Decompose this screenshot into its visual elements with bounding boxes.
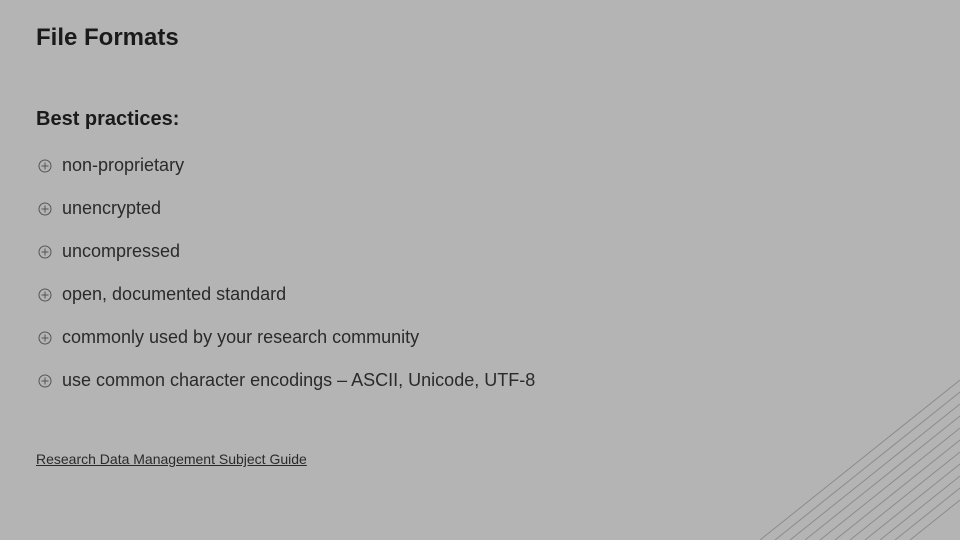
bullet-text: use common character encodings – ASCII, … xyxy=(62,370,535,391)
slide: File Formats Best practices: non-proprie… xyxy=(0,0,960,540)
circle-plus-icon xyxy=(38,202,52,216)
list-item: uncompressed xyxy=(38,241,924,262)
circle-plus-icon xyxy=(38,159,52,173)
list-item: open, documented standard xyxy=(38,284,924,305)
circle-plus-icon xyxy=(38,374,52,388)
list-item: commonly used by your research community xyxy=(38,327,924,348)
bullet-list: non-proprietary unencrypted uncompressed… xyxy=(38,155,924,391)
bullet-text: unencrypted xyxy=(62,198,161,219)
bullet-text: open, documented standard xyxy=(62,284,286,305)
bullet-text: commonly used by your research community xyxy=(62,327,419,348)
bullet-text: uncompressed xyxy=(62,241,180,262)
circle-plus-icon xyxy=(38,331,52,345)
list-item: unencrypted xyxy=(38,198,924,219)
slide-title: File Formats xyxy=(36,24,924,52)
bullet-text: non-proprietary xyxy=(62,155,184,176)
circle-plus-icon xyxy=(38,245,52,259)
list-item: non-proprietary xyxy=(38,155,924,176)
circle-plus-icon xyxy=(38,288,52,302)
list-item: use common character encodings – ASCII, … xyxy=(38,370,924,391)
slide-subtitle: Best practices: xyxy=(36,108,924,131)
subject-guide-link[interactable]: Research Data Management Subject Guide xyxy=(36,451,307,467)
